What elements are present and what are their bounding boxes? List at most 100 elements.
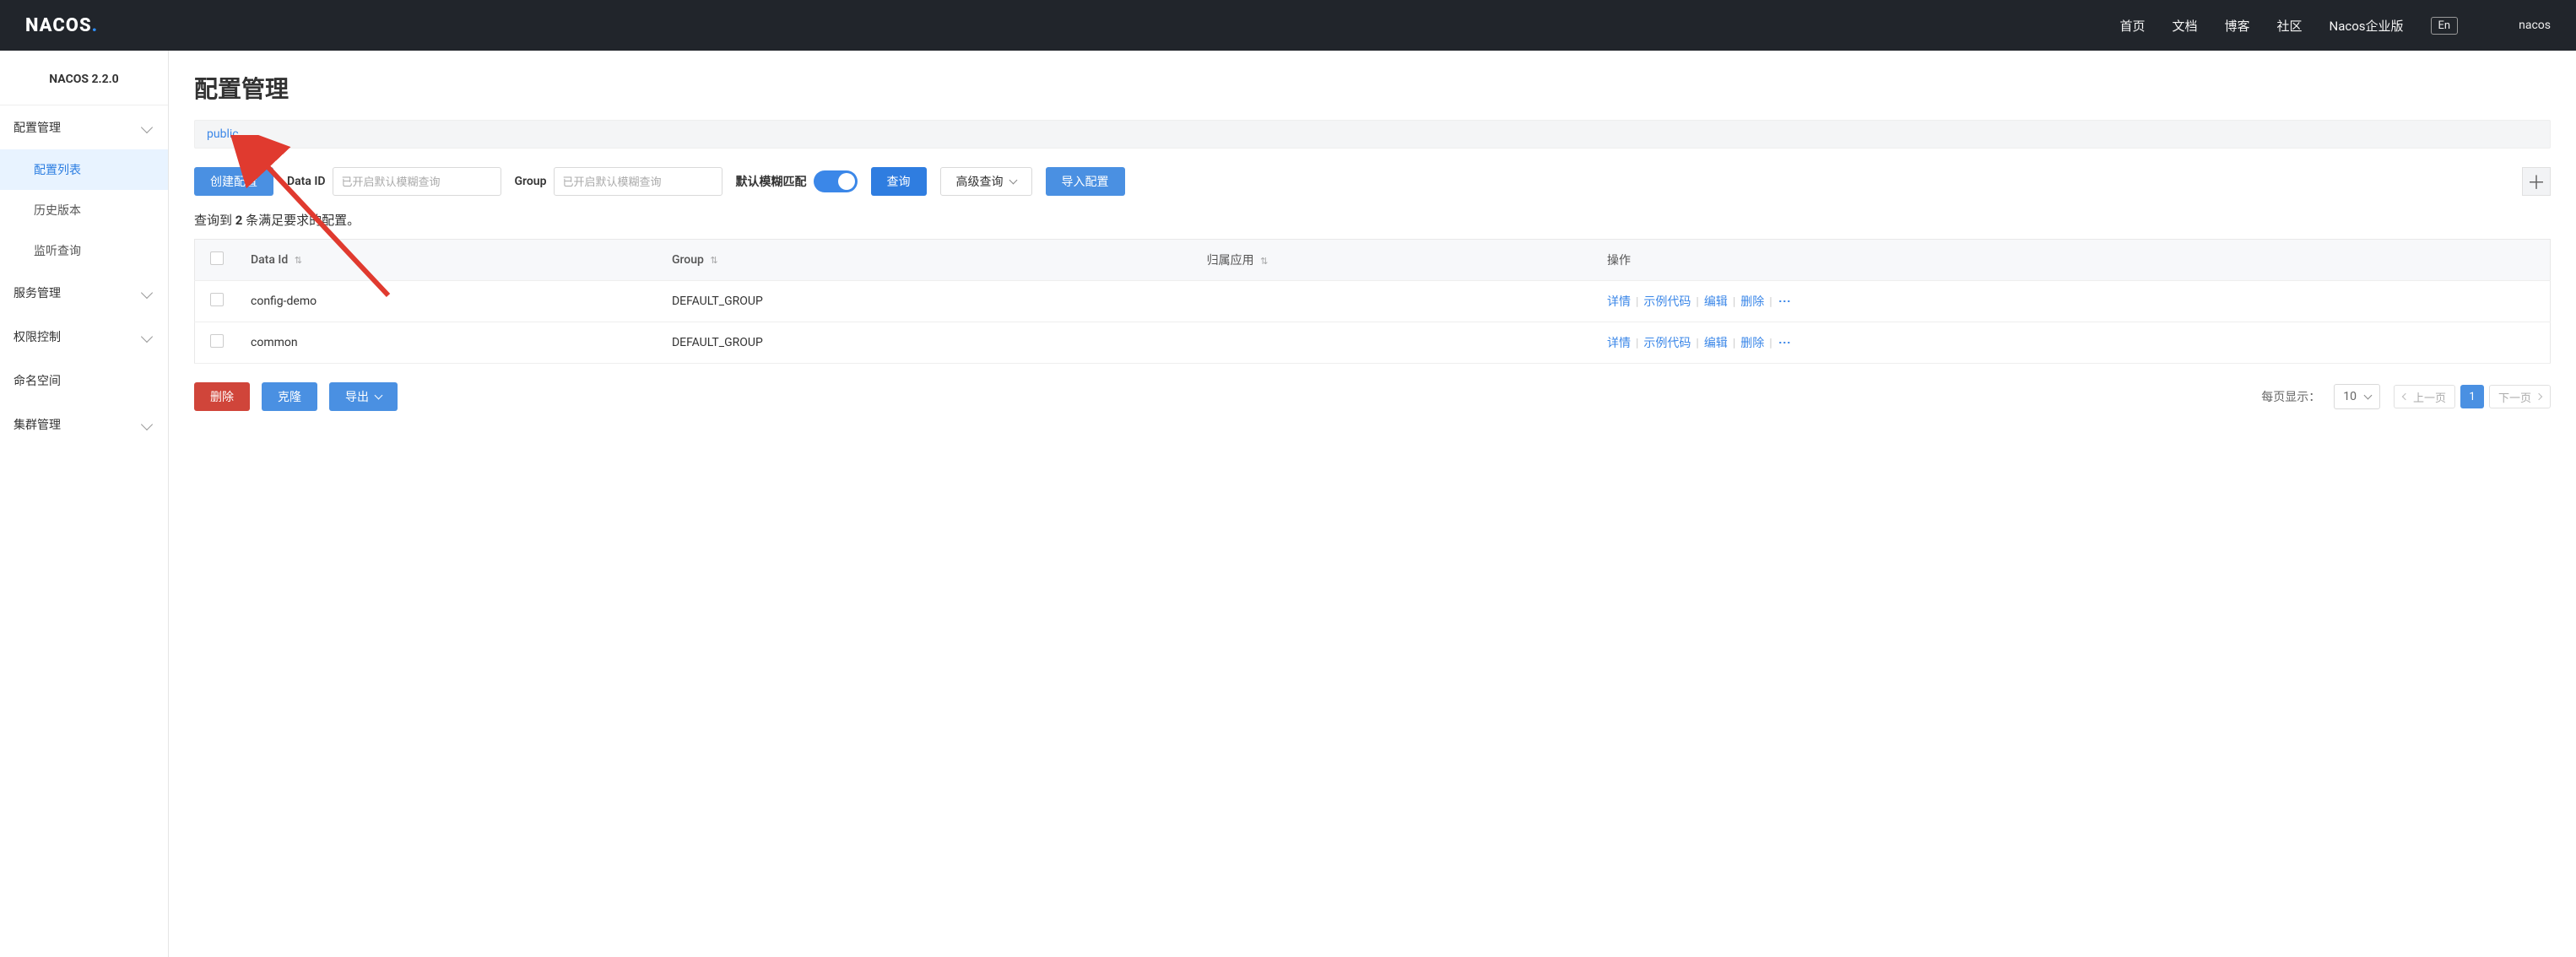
sidebar-item-config-list[interactable]: 配置列表 — [0, 149, 168, 190]
header-app[interactable]: 归属应用 ⇅ — [1193, 240, 1594, 281]
op-edit[interactable]: 编辑 — [1704, 337, 1728, 350]
op-edit[interactable]: 编辑 — [1704, 295, 1728, 309]
search-button[interactable]: 查询 — [871, 167, 927, 196]
sidebar-group-label: 配置管理 — [14, 119, 61, 136]
plus-icon: ＋ — [2527, 168, 2546, 195]
row-checkbox[interactable] — [210, 293, 224, 306]
group-field: Group — [515, 167, 722, 196]
sidebar-version: NACOS 2.2.0 — [0, 61, 168, 105]
chevron-left-icon — [2402, 393, 2409, 400]
result-prefix: 查询到 — [194, 213, 235, 228]
header-checkbox-cell — [195, 240, 238, 281]
prev-page-button[interactable]: 上一页 — [2394, 385, 2455, 408]
batch-delete-button[interactable]: 删除 — [194, 382, 250, 411]
nav-link-blog[interactable]: 博客 — [2224, 17, 2249, 35]
import-config-button[interactable]: 导入配置 — [1046, 167, 1125, 196]
cell-group: DEFAULT_GROUP — [658, 322, 1193, 364]
cell-ops: 详情|示例代码|编辑|删除|⋮ — [1594, 322, 2551, 364]
nav-links: 首页 文档 博客 社区 Nacos企业版 En nacos — [2119, 17, 2551, 35]
data-id-label: Data ID — [287, 175, 326, 188]
next-page-label: 下一页 — [2498, 389, 2531, 405]
chevron-down-icon — [141, 331, 153, 343]
top-navbar: NACOS. 首页 文档 博客 社区 Nacos企业版 En nacos — [0, 0, 2576, 51]
data-id-field: Data ID — [287, 167, 501, 196]
group-input[interactable] — [554, 167, 722, 196]
row-checkbox[interactable] — [210, 334, 224, 348]
more-icon[interactable]: ⋮ — [1778, 337, 1791, 350]
sidebar-group-namespace[interactable]: 命名空间 — [0, 359, 168, 403]
header-app-label: 归属应用 — [1207, 254, 1254, 268]
op-example[interactable]: 示例代码 — [1643, 337, 1691, 350]
chevron-down-icon — [1009, 176, 1017, 185]
sidebar-group-permission[interactable]: 权限控制 — [0, 315, 168, 359]
sidebar-group-label: 权限控制 — [14, 328, 61, 345]
sidebar-item-listener-query[interactable]: 监听查询 — [0, 230, 168, 271]
page-title: 配置管理 — [194, 71, 2551, 105]
nav-link-community[interactable]: 社区 — [2277, 17, 2303, 35]
batch-export-button[interactable]: 导出 — [329, 382, 398, 411]
sort-icon: ⇅ — [295, 255, 302, 266]
table-footer: 删除 克隆 导出 每页显示： 10 上一页 1 — [194, 382, 2551, 411]
table-row: commonDEFAULT_GROUP 详情|示例代码|编辑|删除|⋮ — [195, 322, 2551, 364]
nav-link-home[interactable]: 首页 — [2119, 17, 2145, 35]
advanced-search-label: 高级查询 — [956, 173, 1004, 190]
fuzzy-match-field: 默认模糊匹配 — [736, 170, 858, 192]
table-header-row: Data Id ⇅ Group ⇅ 归属应用 ⇅ 操作 — [195, 240, 2551, 281]
add-config-button[interactable]: ＋ — [2522, 167, 2551, 196]
header-data-id[interactable]: Data Id ⇅ — [237, 240, 658, 281]
chevron-down-icon — [141, 122, 153, 133]
select-all-checkbox[interactable] — [210, 251, 224, 265]
batch-clone-button[interactable]: 克隆 — [262, 382, 317, 411]
nav-link-enterprise[interactable]: Nacos企业版 — [2330, 17, 2404, 35]
main-content: 配置管理 public 创建配置 Data ID Group 默认模糊匹配 查询 — [169, 51, 2576, 957]
cell-data-id: common — [237, 322, 658, 364]
pagination: 上一页 1 下一页 — [2394, 385, 2551, 408]
logo[interactable]: NACOS. — [25, 15, 98, 36]
fuzzy-match-toggle[interactable] — [814, 170, 858, 192]
header-ops: 操作 — [1594, 240, 2551, 281]
create-config-button[interactable]: 创建配置 — [194, 167, 273, 196]
advanced-search-button[interactable]: 高级查询 — [940, 167, 1032, 196]
chevron-down-icon — [141, 287, 153, 299]
sidebar-group-label: 集群管理 — [14, 416, 61, 433]
op-delete[interactable]: 删除 — [1740, 295, 1764, 309]
cell-group: DEFAULT_GROUP — [658, 281, 1193, 322]
batch-export-label: 导出 — [345, 388, 369, 405]
op-example[interactable]: 示例代码 — [1643, 295, 1691, 309]
cell-app — [1193, 322, 1594, 364]
language-switch[interactable]: En — [2431, 17, 2459, 35]
fuzzy-match-label: 默认模糊匹配 — [736, 173, 807, 190]
sidebar-group-config[interactable]: 配置管理 — [0, 105, 168, 149]
logo-dot: . — [92, 15, 99, 36]
cell-ops: 详情|示例代码|编辑|删除|⋮ — [1594, 281, 2551, 322]
op-delete[interactable]: 删除 — [1740, 337, 1764, 350]
chevron-down-icon — [375, 392, 383, 400]
per-page-value: 10 — [2343, 390, 2357, 403]
op-detail[interactable]: 详情 — [1607, 295, 1631, 309]
table-row: config-demoDEFAULT_GROUP 详情|示例代码|编辑|删除|⋮ — [195, 281, 2551, 322]
sidebar-group-service[interactable]: 服务管理 — [0, 271, 168, 315]
sidebar-item-history[interactable]: 历史版本 — [0, 190, 168, 230]
sort-icon: ⇅ — [710, 255, 717, 266]
next-page-button[interactable]: 下一页 — [2489, 385, 2551, 408]
page-number-current[interactable]: 1 — [2460, 385, 2484, 408]
header-group[interactable]: Group ⇅ — [658, 240, 1193, 281]
cell-app — [1193, 281, 1594, 322]
config-table: Data Id ⇅ Group ⇅ 归属应用 ⇅ 操作 config-demoD… — [194, 239, 2551, 364]
cell-data-id: config-demo — [237, 281, 658, 322]
namespace-tab-public[interactable]: public — [207, 127, 239, 141]
op-detail[interactable]: 详情 — [1607, 337, 1631, 350]
per-page-label: 每页显示： — [2261, 388, 2320, 405]
sidebar-group-cluster[interactable]: 集群管理 — [0, 403, 168, 446]
prev-page-label: 上一页 — [2413, 389, 2446, 405]
current-user[interactable]: nacos — [2519, 19, 2551, 32]
sidebar-group-label: 命名空间 — [14, 372, 61, 389]
nav-link-docs[interactable]: 文档 — [2172, 17, 2197, 35]
data-id-input[interactable] — [333, 167, 501, 196]
more-icon[interactable]: ⋮ — [1778, 295, 1791, 309]
sort-icon: ⇅ — [1260, 256, 1268, 267]
header-data-id-label: Data Id — [251, 253, 288, 267]
per-page-select[interactable]: 10 — [2334, 384, 2380, 409]
result-summary: 查询到 2 条满足要求的配置。 — [194, 211, 2551, 229]
row-checkbox-cell — [195, 322, 238, 364]
